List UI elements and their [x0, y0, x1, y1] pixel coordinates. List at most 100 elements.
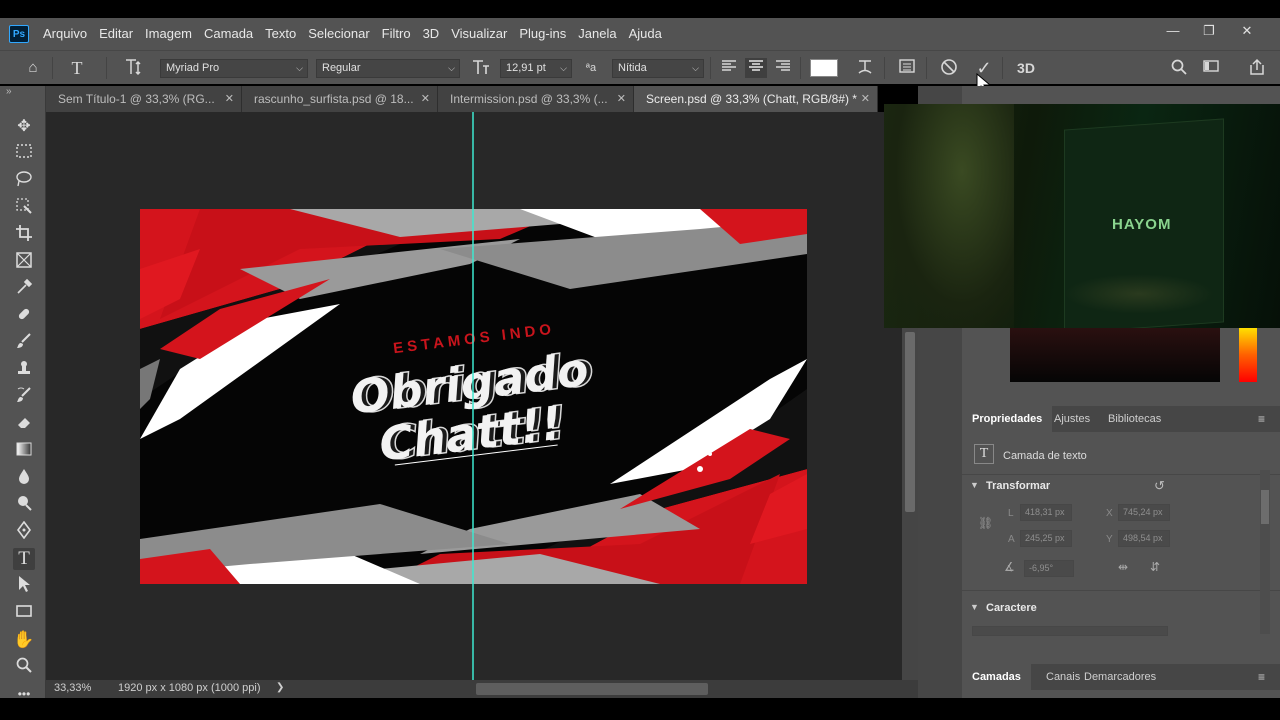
- type-tool-icon[interactable]: T: [13, 548, 35, 570]
- tab-bibliotecas[interactable]: Bibliotecas: [1098, 406, 1171, 432]
- zoom-level[interactable]: 33,33%: [54, 682, 91, 694]
- text-orientation-icon[interactable]: [122, 58, 144, 78]
- cancel-edit-icon[interactable]: [938, 58, 960, 78]
- warp-text-icon[interactable]: [854, 58, 876, 78]
- menu-ajuda[interactable]: Ajuda: [623, 18, 668, 50]
- path-selection-tool-icon[interactable]: [13, 575, 35, 597]
- menu-janela[interactable]: Janela: [572, 18, 622, 50]
- menu-plugins[interactable]: Plug-ins: [513, 18, 572, 50]
- close-icon[interactable]: ✕: [421, 86, 430, 112]
- menu-3d[interactable]: 3D: [417, 18, 446, 50]
- x-field[interactable]: 745,24 px: [1118, 504, 1170, 521]
- person-silhouette: [884, 104, 1014, 328]
- eyedropper-tool-icon[interactable]: [13, 278, 35, 300]
- tab-propriedades[interactable]: Propriedades: [962, 406, 1053, 432]
- minimize-button[interactable]: —: [1154, 18, 1192, 46]
- vertical-guide[interactable]: [472, 112, 474, 680]
- align-left-icon[interactable]: [718, 58, 740, 78]
- share-icon[interactable]: [1246, 58, 1268, 78]
- character-panel-icon[interactable]: [896, 58, 918, 78]
- tab-demarcadores[interactable]: Demarcadores: [1074, 664, 1166, 690]
- font-family-value: Myriad Pro: [166, 62, 220, 74]
- type-tool-preset-icon[interactable]: T: [66, 58, 88, 78]
- character-section-title[interactable]: Caractere: [986, 602, 1037, 614]
- lasso-tool-icon[interactable]: [13, 170, 35, 192]
- panel-menu-icon[interactable]: ≡: [1258, 670, 1265, 684]
- align-right-icon[interactable]: [772, 58, 794, 78]
- y-field[interactable]: 498,54 px: [1118, 530, 1170, 547]
- object-selection-tool-icon[interactable]: [13, 197, 35, 219]
- blur-tool-icon[interactable]: [13, 467, 35, 489]
- properties-tab-row: Propriedades Ajustes Bibliotecas ≡: [962, 406, 1280, 432]
- transform-section-title[interactable]: Transformar: [986, 480, 1050, 492]
- collapse-arrow-icon[interactable]: ▼: [970, 480, 979, 490]
- collapse-arrow-icon[interactable]: ▼: [970, 602, 979, 612]
- zoom-tool-icon[interactable]: [13, 656, 35, 678]
- flip-vertical-icon[interactable]: ⇵: [1150, 560, 1160, 574]
- eraser-tool-icon[interactable]: [13, 413, 35, 435]
- frame-tool-icon[interactable]: [13, 251, 35, 273]
- crop-tool-icon[interactable]: [13, 224, 35, 246]
- marquee-tool-icon[interactable]: [13, 143, 35, 165]
- align-center-icon[interactable]: [745, 58, 767, 78]
- healing-brush-tool-icon[interactable]: [13, 305, 35, 327]
- width-field[interactable]: 418,31 px: [1020, 504, 1072, 521]
- search-icon[interactable]: [1168, 58, 1190, 78]
- pc-case-brand: HAYOM: [1112, 216, 1172, 233]
- menu-texto[interactable]: Texto: [259, 18, 302, 50]
- workspace-icon[interactable]: [1200, 58, 1222, 78]
- brush-tool-icon[interactable]: [13, 332, 35, 354]
- tab-camadas[interactable]: Camadas: [962, 664, 1031, 690]
- expand-panel-icon[interactable]: »: [6, 86, 12, 97]
- tab-sem-titulo[interactable]: Sem Título-1 @ 33,3% (RG... ✕: [46, 86, 242, 112]
- menu-arquivo[interactable]: Arquivo: [37, 18, 93, 50]
- dodge-tool-icon[interactable]: [13, 494, 35, 516]
- create-3d-button[interactable]: 3D: [1012, 58, 1040, 78]
- link-icon[interactable]: ⛓: [978, 516, 993, 530]
- menu-imagem[interactable]: Imagem: [139, 18, 198, 50]
- tab-ajustes[interactable]: Ajustes: [1044, 406, 1100, 432]
- move-tool-icon[interactable]: ✥: [13, 116, 35, 138]
- font-family-select[interactable]: Myriad Pro ⌵: [160, 59, 308, 78]
- menu-camada[interactable]: Camada: [198, 18, 259, 50]
- close-icon[interactable]: ✕: [225, 86, 234, 112]
- document-info: 1920 px x 1080 px (1000 ppi): [118, 682, 261, 694]
- text-color-swatch[interactable]: [810, 59, 838, 77]
- canvas-area[interactable]: ESTAMOS INDO Obrigado Obrigado Chatt!! C…: [46, 112, 902, 680]
- properties-scrollbar[interactable]: [1260, 470, 1270, 634]
- angle-field[interactable]: -6,95°: [1024, 560, 1074, 577]
- height-field[interactable]: 245,25 px: [1020, 530, 1072, 547]
- character-font-select[interactable]: [972, 626, 1168, 636]
- close-icon[interactable]: ✕: [617, 86, 626, 112]
- menu-visualizar[interactable]: Visualizar: [445, 18, 513, 50]
- hand-tool-icon[interactable]: ✋: [13, 629, 35, 651]
- gradient-tool-icon[interactable]: [13, 440, 35, 462]
- home-icon[interactable]: ⌂: [22, 58, 44, 78]
- close-icon[interactable]: ✕: [861, 86, 870, 112]
- tab-screen[interactable]: Screen.psd @ 33,3% (Chatt, RGB/8#) * ✕: [634, 86, 878, 112]
- history-brush-tool-icon[interactable]: [13, 386, 35, 408]
- menu-selecionar[interactable]: Selecionar: [302, 18, 375, 50]
- font-style-select[interactable]: Regular ⌵: [316, 59, 460, 78]
- horizontal-scroll-thumb[interactable]: [476, 683, 708, 695]
- close-window-button[interactable]: ✕: [1228, 18, 1266, 46]
- font-size-select[interactable]: 12,91 pt ⌵: [500, 59, 572, 78]
- restore-button[interactable]: ❐: [1190, 18, 1228, 46]
- tools-panel: » ✥ T ✋ •••: [0, 86, 46, 701]
- pen-tool-icon[interactable]: [13, 520, 35, 543]
- hue-slider[interactable]: [1239, 328, 1257, 382]
- tab-label: Intermission.psd @ 33,3% (...: [450, 92, 608, 106]
- menu-editar[interactable]: Editar: [93, 18, 139, 50]
- panel-menu-icon[interactable]: ≡: [1258, 412, 1265, 426]
- stamp-tool-icon[interactable]: [13, 359, 35, 381]
- antialias-select[interactable]: Nítida ⌵: [612, 59, 704, 78]
- color-picker-field[interactable]: [1010, 328, 1220, 382]
- scroll-thumb[interactable]: [905, 332, 915, 512]
- tab-intermission[interactable]: Intermission.psd @ 33,3% (... ✕: [438, 86, 634, 112]
- status-menu-arrow[interactable]: ❯: [276, 682, 284, 693]
- rectangle-tool-icon[interactable]: [13, 602, 35, 624]
- flip-horizontal-icon[interactable]: ⇹: [1118, 560, 1128, 574]
- tab-rascunho-surfista[interactable]: rascunho_surfista.psd @ 18... ✕: [242, 86, 438, 112]
- reset-transform-icon[interactable]: ↺: [1154, 478, 1165, 494]
- menu-filtro[interactable]: Filtro: [376, 18, 417, 50]
